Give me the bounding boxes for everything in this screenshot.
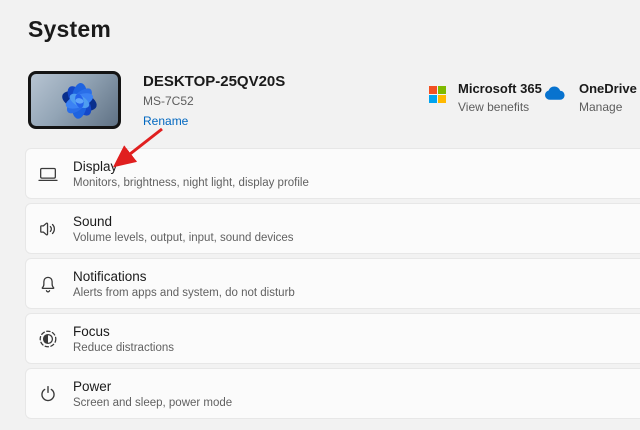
- device-model: MS-7C52: [143, 94, 285, 108]
- display-icon: [36, 162, 60, 186]
- device-thumbnail: [28, 71, 121, 129]
- settings-item-description: Monitors, brightness, night light, displ…: [73, 177, 309, 189]
- settings-item-focus[interactable]: Focus Reduce distractions: [25, 313, 640, 364]
- settings-item-display[interactable]: Display Monitors, brightness, night ligh…: [25, 148, 640, 199]
- settings-item-label: Sound: [73, 214, 294, 229]
- page-title: System: [28, 16, 111, 43]
- settings-item-description: Volume levels, output, input, sound devi…: [73, 232, 294, 244]
- view-benefits-link[interactable]: View benefits: [458, 100, 542, 114]
- manage-link[interactable]: Manage: [579, 100, 637, 114]
- rename-link[interactable]: Rename: [143, 114, 188, 128]
- settings-item-notifications[interactable]: Notifications Alerts from apps and syste…: [25, 258, 640, 309]
- sound-icon: [36, 217, 60, 241]
- settings-item-label: Notifications: [73, 269, 295, 284]
- onedrive-promo[interactable]: OneDrive Manage: [545, 81, 637, 114]
- microsoft-365-title: Microsoft 365: [458, 81, 542, 96]
- onedrive-cloud-icon: [545, 86, 567, 105]
- windows-bloom-wallpaper-icon: [31, 74, 118, 126]
- device-name: DESKTOP-25QV20S: [143, 73, 285, 90]
- settings-list: Display Monitors, brightness, night ligh…: [25, 148, 640, 423]
- settings-item-description: Screen and sleep, power mode: [73, 397, 232, 409]
- settings-window: System DESKTOP-25QV20S MS-7C52 Rename: [0, 0, 640, 430]
- notifications-icon: [36, 272, 60, 296]
- settings-item-description: Alerts from apps and system, do not dist…: [73, 287, 295, 299]
- settings-item-label: Display: [73, 159, 309, 174]
- settings-item-description: Reduce distractions: [73, 342, 174, 354]
- focus-icon: [36, 327, 60, 351]
- settings-item-sound[interactable]: Sound Volume levels, output, input, soun…: [25, 203, 640, 254]
- settings-item-power[interactable]: Power Screen and sleep, power mode: [25, 368, 640, 419]
- settings-item-label: Focus: [73, 324, 174, 339]
- power-icon: [36, 382, 60, 406]
- device-info: DESKTOP-25QV20S MS-7C52 Rename: [143, 73, 285, 130]
- microsoft-logo-icon: [429, 86, 446, 108]
- onedrive-title: OneDrive: [579, 81, 637, 96]
- settings-item-label: Power: [73, 379, 232, 394]
- microsoft-365-promo[interactable]: Microsoft 365 View benefits: [429, 81, 542, 114]
